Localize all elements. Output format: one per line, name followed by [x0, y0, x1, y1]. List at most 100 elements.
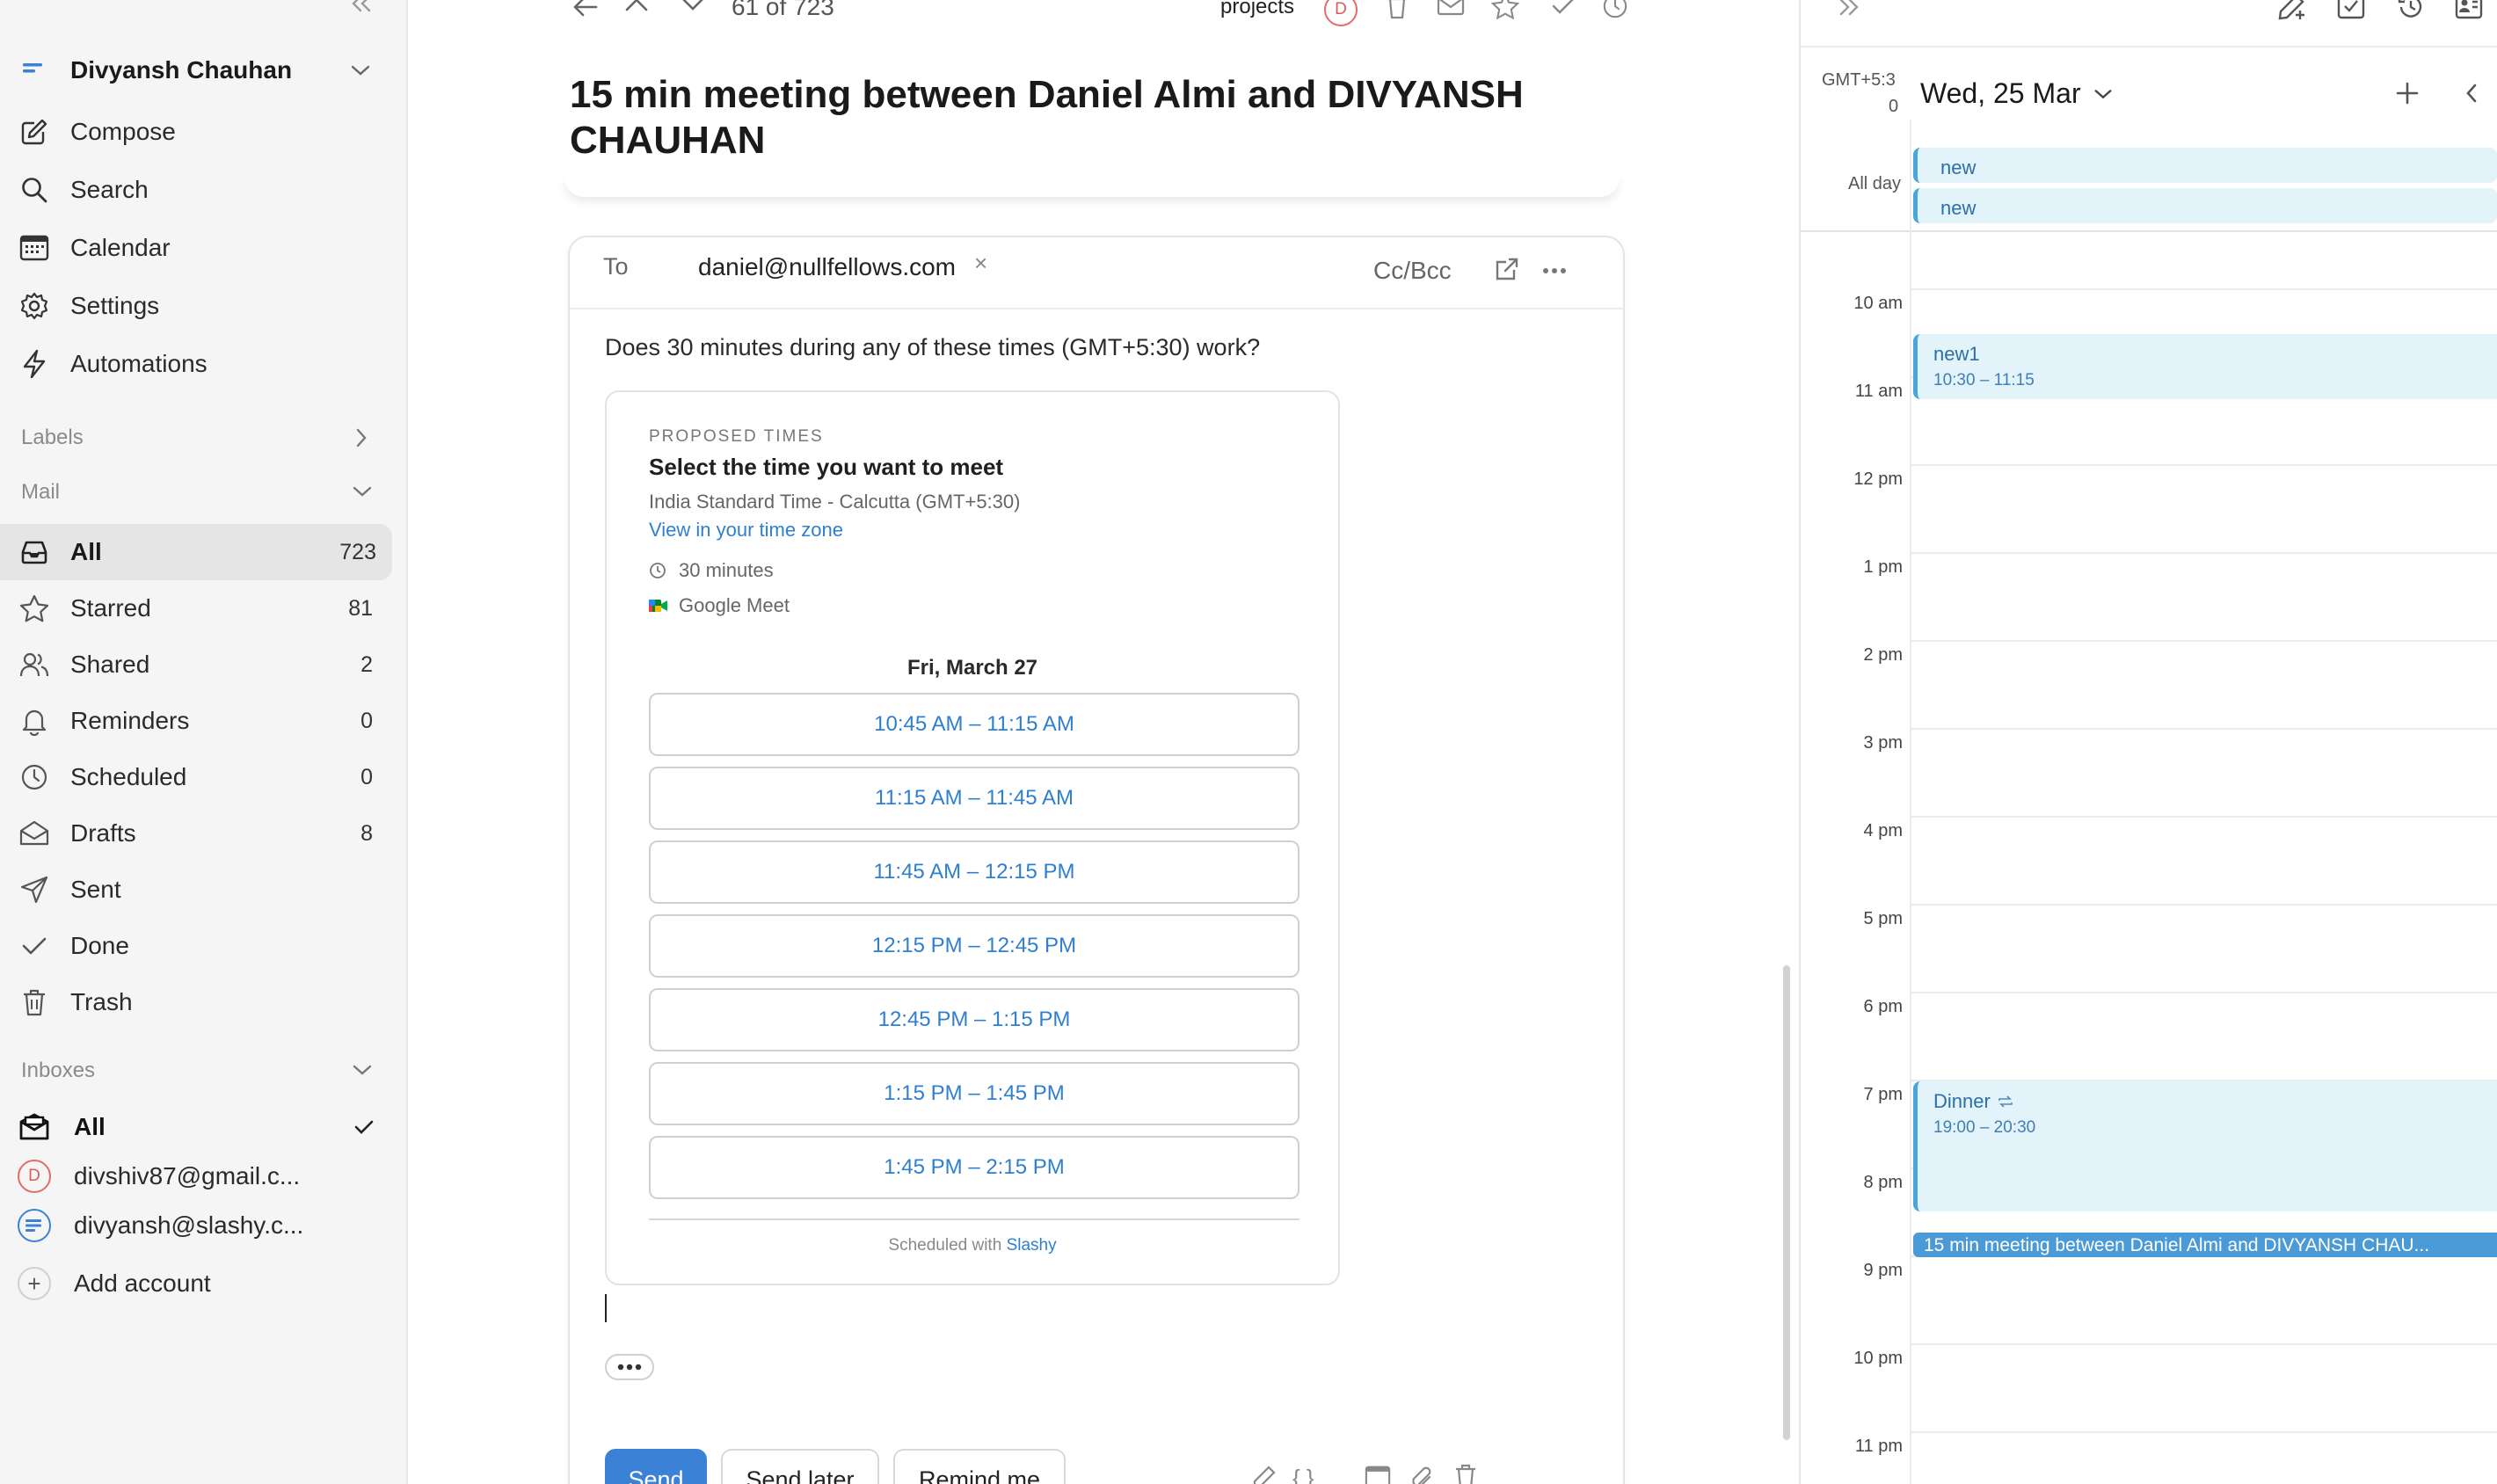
contacts-icon[interactable] — [2455, 0, 2483, 19]
nav-label: Compose — [70, 118, 176, 145]
mail-item-trash[interactable]: Trash — [0, 974, 408, 1030]
mail-item-starred[interactable]: Starred 81 — [0, 580, 408, 637]
send-later-button[interactable]: Send later — [721, 1449, 879, 1484]
star-icon[interactable] — [1490, 0, 1520, 20]
collapse-sidebar-icon[interactable] — [348, 0, 375, 14]
attachment-icon[interactable] — [1410, 1465, 1435, 1484]
chevron-down-icon[interactable] — [352, 485, 373, 498]
duration-text: 30 minutes — [679, 559, 774, 581]
mail-item-label: Sent — [70, 876, 121, 903]
nav-calendar[interactable]: Calendar — [0, 220, 408, 276]
check-icon[interactable] — [1551, 0, 1576, 16]
card-title: Select the time you want to meet — [649, 454, 1004, 480]
account-switcher[interactable]: Divyansh Chauhan — [0, 42, 408, 98]
email-body-intro[interactable]: Does 30 minutes during any of these time… — [605, 334, 1260, 361]
mail-item-done[interactable]: Done — [0, 918, 408, 974]
slashy-logo-icon — [18, 54, 51, 87]
chevron-right-icon[interactable] — [355, 427, 368, 448]
ccbcc-button[interactable]: Cc/Bcc — [1373, 257, 1452, 285]
calendar-event[interactable]: new1 10:30 – 11:15 — [1913, 334, 2497, 399]
calendar-icon[interactable] — [1365, 1465, 1391, 1484]
mail-item-count: 8 — [360, 820, 373, 846]
edit-icon[interactable] — [2277, 0, 2307, 21]
mail-item-drafts[interactable]: Drafts 8 — [0, 805, 408, 862]
add-account-button[interactable]: + Add account — [0, 1255, 408, 1312]
all-day-event[interactable]: new — [1913, 188, 2497, 223]
sender-avatar[interactable]: D — [1324, 0, 1358, 26]
discard-draft-icon[interactable] — [1454, 1463, 1477, 1484]
hour-line — [1911, 1343, 2497, 1345]
timezone-label: GMT+5:3 — [1822, 70, 1896, 90]
all-day-event[interactable]: new — [1913, 148, 2497, 183]
mail-item-all[interactable]: All 723 — [0, 524, 392, 580]
calendar-panel: GMT+5:3 0 Wed, 25 Mar All day new new 10… — [1799, 0, 2497, 1484]
send-button[interactable]: Send — [605, 1449, 707, 1484]
time-slot-button[interactable]: 10:45 AM – 11:15 AM — [649, 693, 1299, 756]
chevron-down-icon[interactable] — [352, 1064, 373, 1076]
view-timezone-link[interactable]: View in your time zone — [649, 519, 843, 542]
history-icon[interactable] — [2397, 0, 2425, 21]
inbox-label: All — [74, 1113, 106, 1140]
back-arrow-icon[interactable] — [571, 0, 600, 19]
time-slot-button[interactable]: 12:15 PM – 12:45 PM — [649, 914, 1299, 978]
mail-item-label: Starred — [70, 594, 151, 622]
labels-header[interactable]: Labels — [21, 426, 84, 450]
inbox-all[interactable]: All — [0, 1099, 408, 1155]
add-event-icon[interactable] — [2395, 81, 2420, 105]
chevron-left-icon[interactable] — [2465, 83, 2478, 104]
time-slot-button[interactable]: 12:45 PM – 1:15 PM — [649, 988, 1299, 1051]
email-subject: 15 min meeting between Daniel Almi and D… — [570, 73, 1524, 162]
remove-recipient-icon[interactable]: × — [974, 250, 987, 277]
slashy-link[interactable]: Slashy — [1007, 1236, 1057, 1255]
more-options-icon[interactable] — [1542, 267, 1567, 274]
mail-item-reminders[interactable]: Reminders 0 — [0, 693, 408, 749]
inbox-gmail[interactable]: D divshiv87@gmail.c... — [0, 1148, 408, 1204]
tasks-icon[interactable] — [2337, 0, 2365, 19]
all-day-divider — [1801, 230, 2497, 232]
mail-item-shared[interactable]: Shared 2 — [0, 637, 408, 693]
show-quoted-text-button[interactable] — [605, 1354, 654, 1380]
pen-icon[interactable] — [1252, 1465, 1277, 1484]
mail-item-sent[interactable]: Sent — [0, 862, 408, 918]
event-title: new — [1940, 156, 1976, 178]
time-slot-button[interactable]: 1:15 PM – 1:45 PM — [649, 1062, 1299, 1125]
hour-label: 7 pm — [1863, 1085, 1903, 1104]
nav-automations[interactable]: Automations — [0, 336, 408, 392]
event-time: 10:30 – 11:15 — [1933, 371, 2035, 389]
trash-icon[interactable] — [1386, 0, 1409, 19]
time-slot-button[interactable]: 11:15 AM – 11:45 AM — [649, 767, 1299, 830]
next-email-icon[interactable] — [681, 0, 705, 12]
date-picker[interactable]: Wed, 25 Mar — [1920, 77, 2113, 110]
hour-line — [1911, 904, 2497, 906]
previous-email-icon[interactable] — [624, 0, 649, 12]
calendar-event-highlighted[interactable]: 15 min meeting between Daniel Almi and D… — [1913, 1233, 2497, 1257]
expand-panel-icon[interactable] — [1836, 0, 1862, 18]
repeat-icon — [1998, 1095, 2013, 1108]
time-slot-button[interactable]: 11:45 AM – 12:15 PM — [649, 840, 1299, 904]
hour-label: 2 pm — [1863, 645, 1903, 665]
mail-item-label: Drafts — [70, 819, 136, 847]
nav-search[interactable]: Search — [0, 162, 408, 218]
calendar-event[interactable]: Dinner 19:00 – 20:30 — [1913, 1081, 2497, 1211]
recipient-chip[interactable]: daniel@nullfellows.com — [698, 253, 956, 281]
nav-compose[interactable]: Compose — [0, 104, 408, 160]
mail-header[interactable]: Mail — [21, 480, 60, 505]
clock-icon[interactable] — [1602, 0, 1628, 19]
hour-label: 8 pm — [1863, 1173, 1903, 1192]
mail-item-count: 0 — [360, 708, 373, 733]
label-tag[interactable]: projects — [1220, 0, 1294, 19]
inbox-label: divyansh@slashy.c... — [74, 1211, 304, 1239]
envelope-icon[interactable] — [1437, 0, 1465, 16]
time-slot-button[interactable]: 1:45 PM – 2:15 PM — [649, 1136, 1299, 1199]
remind-me-button[interactable]: Remind me — [893, 1449, 1066, 1484]
nav-settings[interactable]: Settings — [0, 278, 408, 334]
hour-label: 6 pm — [1863, 997, 1903, 1016]
scrollbar-thumb[interactable] — [1783, 965, 1790, 1440]
popout-icon[interactable] — [1495, 257, 1519, 281]
template-icon[interactable]: { } — [1292, 1465, 1314, 1484]
inbox-slashy[interactable]: divyansh@slashy.c... — [0, 1197, 408, 1254]
mail-item-scheduled[interactable]: Scheduled 0 — [0, 749, 408, 805]
inboxes-header[interactable]: Inboxes — [21, 1058, 95, 1083]
hour-line — [1911, 816, 2497, 818]
hour-line — [1911, 728, 2497, 730]
